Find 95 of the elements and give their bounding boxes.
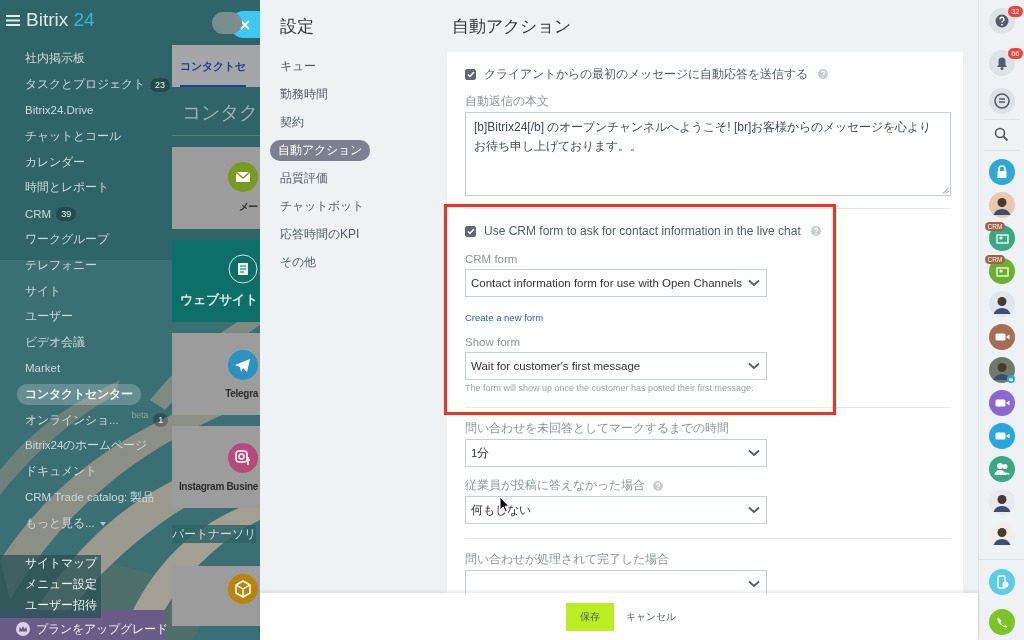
mail-icon [228, 162, 258, 192]
video-camera-icon[interactable] [988, 422, 1015, 449]
cube-icon [228, 574, 258, 604]
video-camera-icon[interactable] [988, 389, 1015, 416]
channel-tile[interactable] [172, 566, 260, 626]
lock-icon[interactable] [988, 158, 1015, 185]
dropdown-field[interactable]: 1分 [465, 439, 767, 467]
upgrade-button[interactable]: プランをアップグレード [0, 618, 172, 640]
nav-item[interactable]: 自動アクション [270, 139, 370, 161]
menu-item[interactable]: テレフォニー [25, 257, 97, 273]
chevron-down-icon [748, 580, 760, 588]
field-label: 問い合わせを未回答としてマークするまでの時間 [465, 421, 729, 436]
nav-item[interactable]: その他 [280, 253, 316, 271]
avatar-icon[interactable] [988, 290, 1015, 317]
menu-item[interactable]: タスクとプロジェクト [25, 77, 145, 93]
channel-tile[interactable]: Telegra [172, 333, 260, 415]
checkbox-label: クライアントからの最初のメッセージに自動応答を送信する [484, 65, 808, 83]
checkbox[interactable] [465, 68, 476, 80]
channel-tile[interactable]: メー [172, 147, 260, 229]
menu-item[interactable]: CRM [25, 207, 52, 220]
field-label: CRM form [465, 252, 518, 265]
menu-link[interactable]: メニュー設定 [0, 576, 101, 597]
checkbox-label: Use CRM form to ask for contact information in the live chat [484, 224, 801, 238]
menu-item[interactable]: カレンダー [25, 154, 85, 170]
menu-item[interactable]: サイト [25, 283, 61, 299]
tab[interactable]: コンタクトセ [180, 45, 246, 87]
menu-item[interactable]: ビデオ会議 [25, 335, 85, 351]
chevron-down-icon [748, 362, 760, 370]
channel-tile[interactable]: ウェブサイト [172, 240, 260, 322]
page-title: 自動アクション [452, 16, 572, 38]
chat-icon[interactable] [988, 87, 1015, 114]
video-camera-icon[interactable] [988, 323, 1015, 350]
menu-link[interactable]: サイトマップ [0, 555, 101, 576]
nav-item[interactable]: 契約 [280, 113, 304, 131]
paper-plane-icon [228, 349, 258, 380]
avatar-icon[interactable] [988, 488, 1015, 515]
menu-item[interactable]: ドキュメント [25, 464, 97, 480]
counter-badge: 1 [153, 413, 169, 428]
dropdown-field[interactable]: Wait for customer's first message [465, 352, 767, 380]
menu-item[interactable]: 時間とレポート [25, 180, 109, 196]
camera-icon [228, 442, 258, 473]
menu-item[interactable]: もっと見る... [25, 515, 95, 531]
avatar-icon[interactable] [988, 356, 1015, 383]
field-label: 問い合わせが処理されて完了した場合 [465, 552, 669, 567]
nav-item[interactable]: 勤務時間 [280, 85, 328, 103]
field-label: Show form [465, 335, 520, 348]
avatar-icon[interactable] [988, 521, 1015, 548]
cancel-button[interactable]: キャンセル [626, 609, 676, 624]
tile-label: ウェブサイト [180, 291, 258, 309]
document-icon [228, 253, 258, 284]
toggle-switch[interactable] [212, 12, 242, 34]
create-form-link[interactable]: Create a new form [465, 312, 544, 323]
resize-handle-icon [942, 187, 949, 194]
dropdown-field[interactable]: Contact information form for use with Open Channels [465, 269, 767, 297]
field-label: 従業員が投稿に答えなかった場合 [465, 478, 645, 493]
save-button[interactable]: 保存 [566, 602, 614, 631]
crown-icon [16, 622, 30, 636]
menu-item[interactable]: CRM Trade catalog: 製品 [25, 489, 155, 505]
counter-badge: 23 [150, 77, 170, 92]
menu-item[interactable]: ユーザー [25, 309, 73, 325]
menu-link[interactable]: ユーザー招待 [0, 597, 101, 618]
nav-item[interactable]: 品質評価 [280, 169, 328, 187]
nav-item[interactable]: キュー [280, 57, 316, 75]
panel-title: 設定 [280, 16, 315, 38]
tile-label: メー [238, 200, 258, 214]
channel-tile[interactable]: Instagram Busine [172, 426, 260, 508]
hint-text: The form will show up once the customer has posted their first message. [465, 383, 755, 393]
menu-item[interactable]: オンラインショ... [25, 412, 119, 428]
avatar-icon[interactable] [988, 191, 1015, 218]
field-label: 自動返信の本文 [465, 94, 549, 109]
nav-item[interactable]: チャットボット [280, 197, 364, 215]
menu-item[interactable]: コンタクトセンター [17, 383, 141, 405]
menu-item[interactable]: Market [25, 362, 61, 375]
close-icon [240, 19, 250, 30]
counter-badge: 39 [56, 206, 77, 221]
group-icon[interactable] [988, 455, 1015, 482]
contact-card-icon[interactable] [988, 224, 1015, 251]
dropdown-field[interactable]: 何もしない [465, 496, 767, 524]
chevron-down-icon [748, 506, 760, 514]
tile-label: Instagram Busine [178, 480, 258, 492]
section-heading: パートナーソリ [172, 525, 256, 543]
menu-item[interactable]: 社内掲示板 [25, 51, 85, 67]
chevron-down-icon [748, 449, 760, 457]
menu-item[interactable]: Bitrix24.Drive [25, 104, 94, 117]
contact-card-icon[interactable] [988, 257, 1015, 284]
menu-item[interactable]: チャットとコール [25, 128, 121, 144]
chevron-down-icon [748, 279, 760, 287]
menu-icon [6, 14, 20, 26]
reply-text-field[interactable]: [b]Bitrix24[/b] のオープンチャンネルへようこそ! [br]お客様からのメッセージを心よりお待ち申し上げております。。 [465, 112, 951, 196]
logo[interactable]: Bitrix 24 [26, 9, 95, 31]
menu-item[interactable]: ワークグループ [25, 231, 109, 247]
beta-label: beta [131, 410, 149, 421]
tile-label: Telegra [225, 387, 258, 399]
checkbox[interactable] [465, 225, 476, 237]
nav-item[interactable]: 応答時間のKPI [280, 225, 360, 243]
